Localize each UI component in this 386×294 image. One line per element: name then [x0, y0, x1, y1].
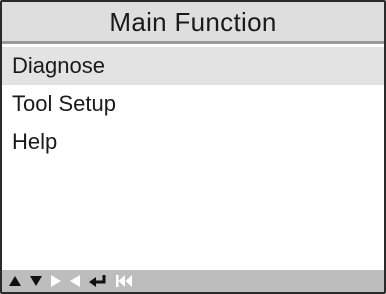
up-button[interactable] — [8, 272, 22, 290]
menu-item-label: Help — [12, 129, 58, 154]
down-button[interactable] — [29, 272, 43, 290]
page-title: Main Function — [109, 7, 277, 37]
menu-item-diagnose[interactable]: Diagnose — [2, 47, 384, 85]
right-button[interactable] — [50, 272, 62, 290]
arrow-right-icon — [51, 275, 61, 287]
skip-back-icon — [116, 275, 132, 287]
enter-button[interactable] — [88, 272, 108, 290]
left-button[interactable] — [69, 272, 81, 290]
title-bar: Main Function — [2, 2, 384, 44]
menu-item-help[interactable]: Help — [2, 123, 384, 161]
main-menu: Diagnose Tool Setup Help — [2, 47, 384, 161]
skip-back-button[interactable] — [115, 272, 133, 290]
menu-item-label: Tool Setup — [12, 91, 116, 116]
button-bar — [2, 270, 384, 292]
arrow-left-icon — [70, 275, 80, 287]
arrow-down-icon — [30, 276, 42, 286]
arrow-up-icon — [9, 276, 21, 286]
menu-item-tool-setup[interactable]: Tool Setup — [2, 85, 384, 123]
enter-icon — [89, 275, 106, 287]
menu-item-label: Diagnose — [12, 53, 105, 78]
